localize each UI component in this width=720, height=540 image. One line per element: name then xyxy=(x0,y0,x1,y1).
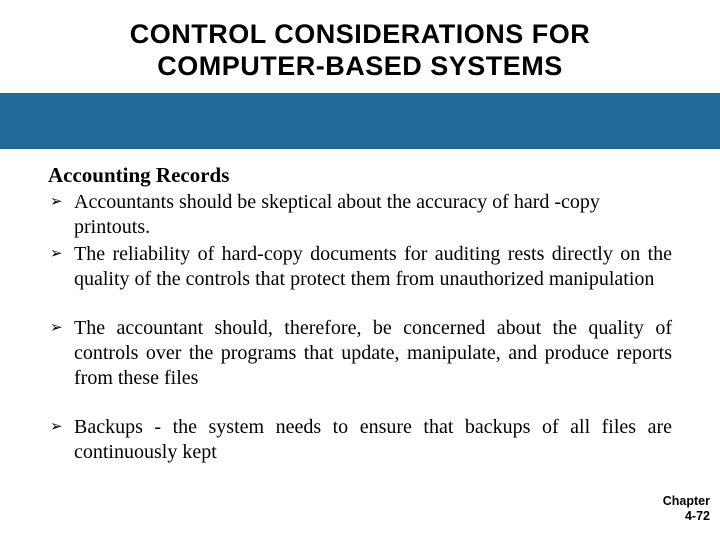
title-text: CONTROL CONSIDERATIONS FOR COMPUTER-BASE… xyxy=(40,18,680,83)
slide-title: CONTROL CONSIDERATIONS FOR COMPUTER-BASE… xyxy=(0,0,720,93)
bullet-text: Accountants should be skeptical about th… xyxy=(74,190,672,240)
chevron-right-icon: ➢ xyxy=(48,415,74,440)
slide-footer: Chapter 4-72 xyxy=(663,494,710,524)
bullet-text: The reliability of hard-copy documents f… xyxy=(74,242,672,292)
spacer xyxy=(48,294,672,316)
list-item: ➢ Accountants should be skeptical about … xyxy=(48,190,672,240)
section-heading: Accounting Records xyxy=(48,163,672,188)
chevron-right-icon: ➢ xyxy=(48,190,74,215)
bullet-text: The accountant should, therefore, be con… xyxy=(74,316,672,391)
chevron-right-icon: ➢ xyxy=(48,316,74,341)
content-area: Accounting Records ➢ Accountants should … xyxy=(0,149,720,465)
footer-page-number: 4-72 xyxy=(685,509,710,523)
list-item: ➢ The reliability of hard-copy documents… xyxy=(48,242,672,292)
list-item: ➢ The accountant should, therefore, be c… xyxy=(48,316,672,391)
title-line-1: CONTROL CONSIDERATIONS FOR xyxy=(130,19,591,49)
title-line-2: COMPUTER-BASED SYSTEMS xyxy=(157,51,563,81)
bullet-text: Backups - the system needs to ensure tha… xyxy=(74,415,672,465)
list-item: ➢ Backups - the system needs to ensure t… xyxy=(48,415,672,465)
accent-bar xyxy=(0,93,720,149)
spacer xyxy=(48,393,672,415)
chevron-right-icon: ➢ xyxy=(48,242,74,267)
footer-chapter-label: Chapter xyxy=(663,494,710,508)
